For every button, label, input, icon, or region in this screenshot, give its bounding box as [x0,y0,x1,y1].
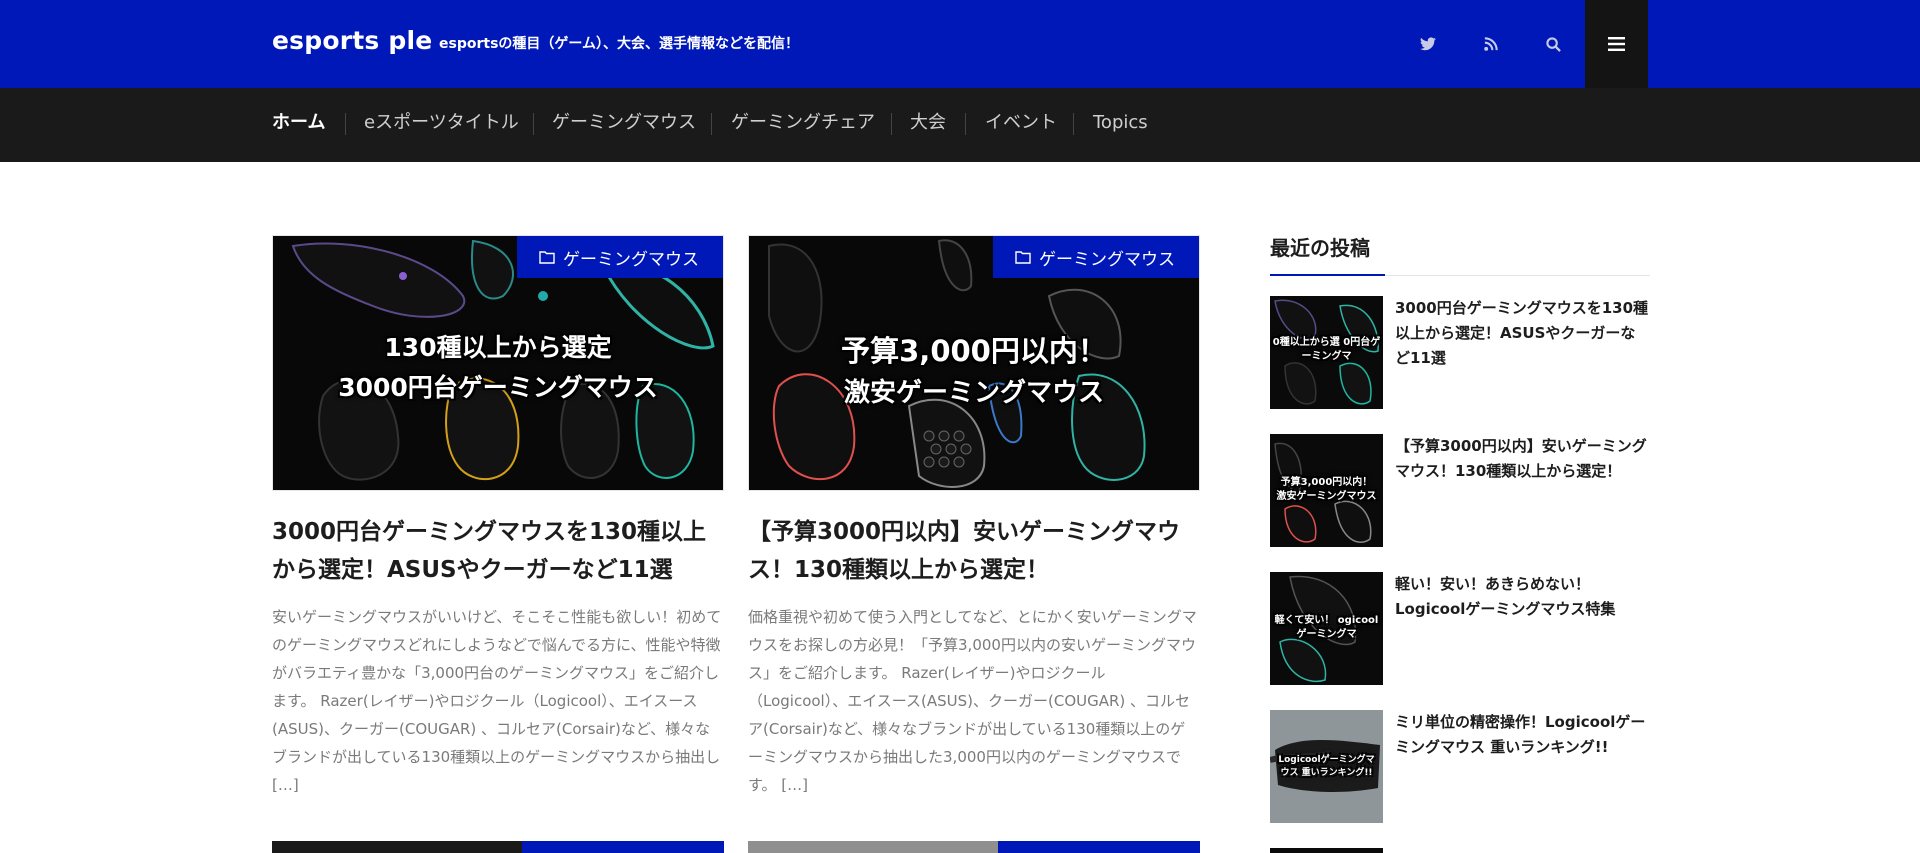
nav-item-gaming-mouse[interactable]: ゲーミングマウス [552,88,696,162]
thumbnail-caption: 予算3,000円以内！ 激安ゲーミングマウス [1276,477,1377,502]
nav-item-gaming-chair[interactable]: ゲーミングチェア [731,88,875,162]
main-nav: ホーム eスポーツタイトル ゲーミングマウス ゲーミングチェア 大会 イベント … [0,88,1920,162]
nav-divider [345,113,346,135]
menu-icon [1608,37,1625,51]
nav-divider [711,113,712,135]
nav-divider [533,113,534,135]
post-card-partial[interactable] [272,841,724,853]
recent-post-title[interactable]: 3000円台ゲーミングマウスを130種以上から選定！ASUSやクーガーなど11選 [1395,296,1650,371]
thumbnail-caption: 軽くて安い！ ogicoolゲーミングマ [1274,615,1379,640]
thumbnail-caption-line1: 予算3,000円以内！ [841,334,1107,368]
sidebar: 最近の投稿 0種以上から選 0円台ゲーミングマ 3000円台ゲーミングマウスを1… [1270,232,1650,853]
thumbnail-caption: Logicoolゲーミングマウス 重いランキング!! [1278,755,1375,778]
nav-item-topics[interactable]: Topics [1093,88,1148,162]
recent-post-thumbnail[interactable]: Logicoolゲーミングマウス 重いランキング!! [1270,710,1383,823]
site-header: esports ple esportsの種目（ゲーム）、大会、選手情報などを配信… [0,0,1920,88]
post-title[interactable]: 3000円台ゲーミングマウスを130種以上から選定！ASUSやクーガーなど11選 [272,513,724,589]
folder-icon [1015,251,1031,264]
recent-post-item-partial[interactable] [1270,848,1650,853]
nav-item-home[interactable]: ホーム [272,88,325,162]
nav-divider [891,113,892,135]
folder-icon [539,251,555,264]
category-badge[interactable]: ゲーミングマウス [517,236,723,278]
recent-post-title[interactable]: 【予算3000円以内】安いゲーミングマウス！130種類以上から選定！ [1395,434,1650,484]
thumbnail-caption-line2: 3000円台ゲーミングマウス [338,373,658,402]
recent-post-thumbnail[interactable]: 0種以上から選 0円台ゲーミングマ [1270,296,1383,409]
post-card-partial[interactable] [748,841,1200,853]
recent-post-title[interactable]: 軽い！安い！あきらめない！Logicoolゲーミングマウス特集 [1395,572,1650,622]
rss-icon[interactable] [1475,28,1507,60]
post-card[interactable]: 予算3,000円以内！ 激安ゲーミングマウス ゲーミングマウス 【予算3000円… [748,235,1200,799]
recent-posts-heading: 最近の投稿 [1270,232,1650,276]
site-logo[interactable]: esports ple [272,26,432,55]
post-excerpt: 価格重視や初めて使う入門としてなど、とにかく安いゲーミングマウスをお探しの方必見… [748,608,1197,794]
nav-item-esports-titles[interactable]: eスポーツタイトル [364,88,519,162]
category-badge[interactable]: ゲーミングマウス [993,236,1199,278]
recent-post-thumbnail[interactable]: 予算3,000円以内！ 激安ゲーミングマウス [1270,434,1383,547]
nav-item-tournament[interactable]: 大会 [910,88,946,162]
menu-button[interactable] [1585,0,1648,88]
search-icon[interactable] [1537,28,1569,60]
thumbnail-caption: 0種以上から選 0円台ゲーミングマ [1272,337,1381,362]
post-thumbnail[interactable]: 予算3,000円以内！ 激安ゲーミングマウス ゲーミングマウス [748,235,1200,491]
post-card[interactable]: 130種以上から選定 3000円台ゲーミングマウス ゲーミングマウス 3000円… [272,235,724,799]
recent-post-title[interactable]: ミリ単位の精密操作！Logicoolゲーミングマウス 重いランキング!! [1395,710,1650,760]
post-thumbnail[interactable]: 130種以上から選定 3000円台ゲーミングマウス ゲーミングマウス [272,235,724,491]
thumbnail-caption-line1: 130種以上から選定 [384,333,612,362]
twitter-icon[interactable] [1412,28,1444,60]
post-excerpt: 安いゲーミングマウスがいいけど、そこそこ性能も欲しい！初めてのゲーミングマウスど… [272,608,722,794]
nav-item-event[interactable]: イベント [985,88,1057,162]
category-label: ゲーミングマウス [563,249,699,270]
category-label: ゲーミングマウス [1039,249,1175,270]
site-tagline: esportsの種目（ゲーム）、大会、選手情報などを配信！ [439,36,799,52]
nav-divider [965,113,966,135]
thumbnail-caption-line2: 激安ゲーミングマウス [843,378,1104,408]
recent-post-thumbnail[interactable]: 軽くて安い！ ogicoolゲーミングマ [1270,572,1383,685]
post-title[interactable]: 【予算3000円以内】安いゲーミングマウス！130種類以上から選定！ [748,513,1200,589]
nav-divider [1073,113,1074,135]
